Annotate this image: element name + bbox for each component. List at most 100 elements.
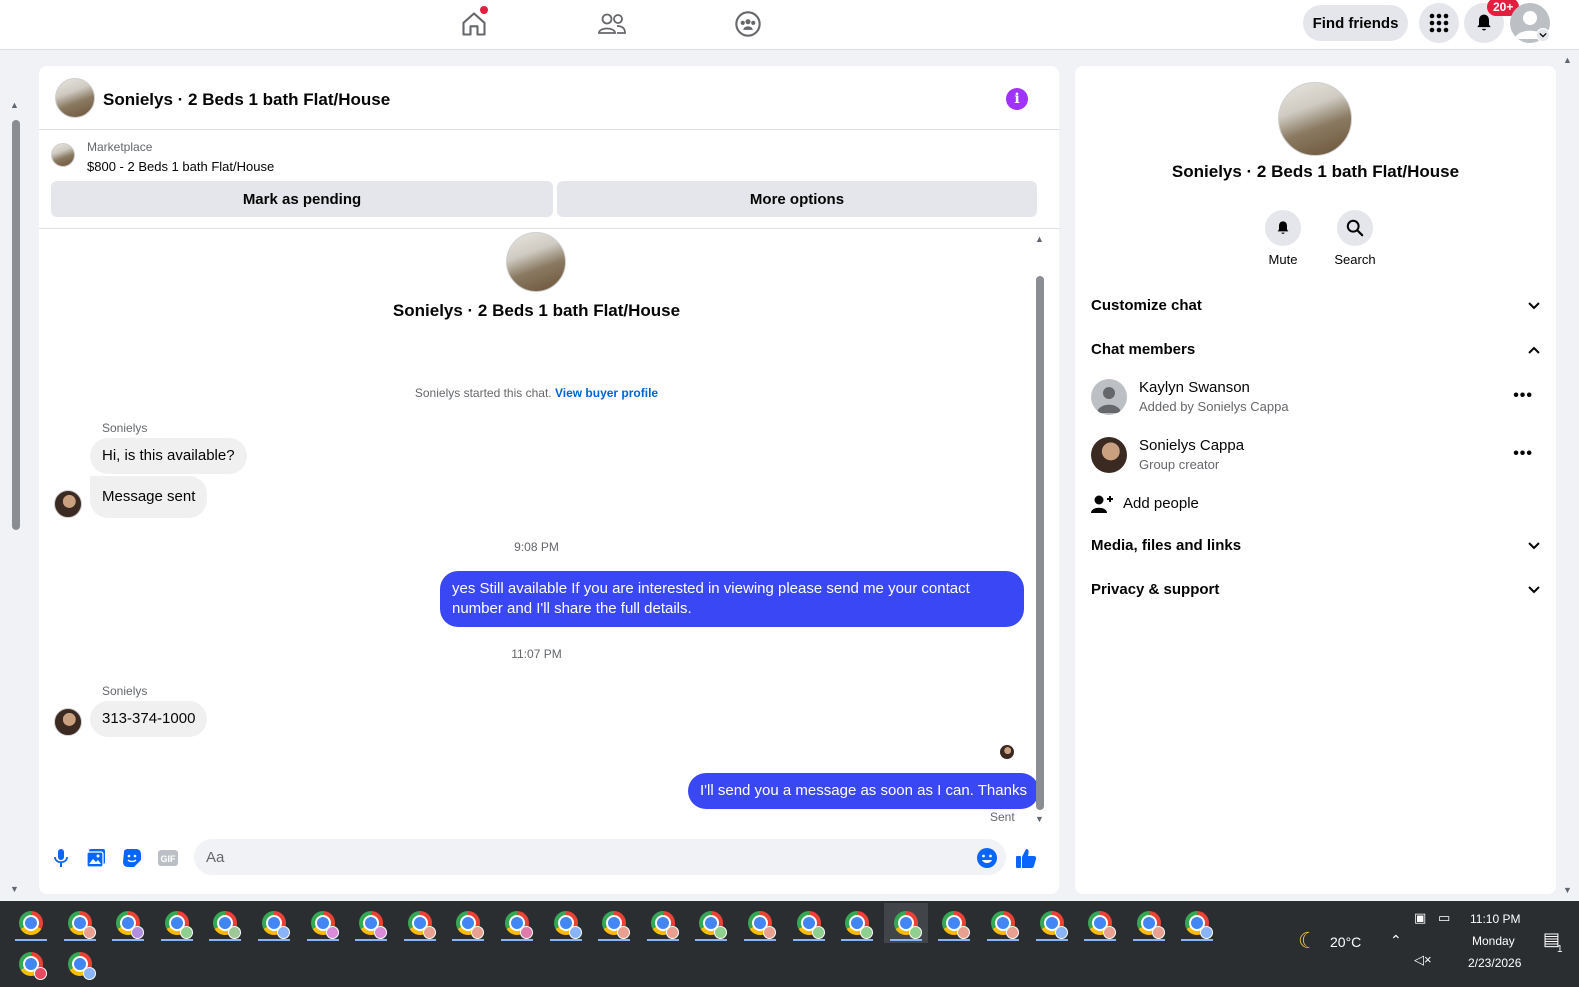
home-icon[interactable]: [456, 6, 492, 42]
mute-button[interactable]: Mute: [1255, 210, 1311, 267]
taskbar-chrome-window[interactable]: [592, 903, 636, 943]
scroll-down-arrow-icon[interactable]: ▼: [1563, 885, 1572, 895]
thumbs-up-icon[interactable]: [1015, 847, 1037, 869]
taskbar-chrome-window[interactable]: [738, 903, 782, 943]
customize-chat-section[interactable]: Customize chat: [1091, 292, 1541, 320]
more-options-icon[interactable]: •••: [1513, 445, 1533, 463]
clock-day[interactable]: Monday: [1472, 934, 1515, 948]
info-icon[interactable]: i: [1006, 88, 1028, 110]
taskbar-chrome-window[interactable]: [349, 903, 393, 943]
emoji-icon[interactable]: [976, 847, 998, 869]
menu-grid-icon[interactable]: [1419, 3, 1459, 43]
clock-date[interactable]: 2/23/2026: [1468, 956, 1521, 970]
profile-badge-icon: [131, 926, 145, 939]
taskbar-chrome-window[interactable]: [58, 903, 102, 943]
taskbar-chrome-window[interactable]: [1030, 903, 1074, 943]
message-list-scrollbar[interactable]: ▲ ▼: [1035, 234, 1045, 829]
running-indicator: [1181, 939, 1214, 941]
media-files-links-section[interactable]: Media, files and links: [1091, 532, 1541, 560]
message-input[interactable]: [194, 839, 1006, 875]
taskbar-chrome-window[interactable]: [203, 903, 247, 943]
incoming-message-bubble[interactable]: 313-374-1000: [90, 701, 208, 737]
outgoing-message-bubble[interactable]: yes Still available If you are intereste…: [440, 571, 1024, 627]
search-icon: [1337, 210, 1373, 246]
running-indicator: [452, 939, 485, 941]
add-people-button[interactable]: Add people: [1091, 490, 1291, 518]
search-button[interactable]: Search: [1327, 210, 1383, 267]
weather-temperature[interactable]: 20°C: [1330, 934, 1361, 950]
sender-avatar[interactable]: [54, 708, 82, 736]
taskbar-chrome-window[interactable]: [835, 903, 879, 943]
taskbar-chrome-window[interactable]: [1127, 903, 1171, 943]
page-right-scrollbar[interactable]: ▲ ▼: [1563, 55, 1573, 900]
chevron-down-icon: [1528, 542, 1540, 550]
taskbar-chrome-window[interactable]: [9, 944, 53, 984]
listing-thumbnail[interactable]: [51, 143, 75, 167]
privacy-support-section[interactable]: Privacy & support: [1091, 576, 1541, 604]
chrome-icon: [359, 911, 388, 939]
chevron-down-icon[interactable]: [1536, 28, 1550, 42]
scroll-down-arrow-icon[interactable]: ▼: [1035, 814, 1044, 824]
find-friends-button[interactable]: Find friends: [1303, 5, 1408, 41]
chat-info-avatar[interactable]: [1278, 82, 1352, 156]
chat-member-row[interactable]: Kaylyn Swanson Added by Sonielys Cappa •…: [1091, 379, 1541, 419]
groups-icon[interactable]: [730, 6, 766, 42]
friends-icon[interactable]: [594, 6, 630, 42]
incoming-message-bubble[interactable]: Hi, is this available?: [90, 438, 247, 474]
chrome-icon: [505, 911, 533, 939]
taskbar-chrome-window[interactable]: [981, 903, 1025, 943]
taskbar-chrome-window[interactable]: [495, 903, 539, 943]
more-options-button[interactable]: More options: [557, 181, 1037, 217]
running-indicator: [1084, 939, 1117, 941]
network-icon[interactable]: ▭: [1438, 910, 1450, 926]
member-avatar: [1091, 379, 1127, 415]
scroll-up-arrow-icon[interactable]: ▲: [1563, 55, 1572, 65]
outgoing-message-bubble[interactable]: I'll send you a message as soon as I can…: [688, 773, 1039, 809]
taskbar-chrome-window[interactable]: [398, 903, 442, 943]
meet-now-icon[interactable]: ▣: [1414, 910, 1426, 926]
sender-avatar[interactable]: [54, 490, 82, 518]
scroll-up-arrow-icon[interactable]: ▲: [1035, 234, 1044, 244]
taskbar-chrome-window[interactable]: [446, 903, 490, 943]
taskbar-chrome-window[interactable]: [1078, 903, 1122, 943]
chat-members-section[interactable]: Chat members: [1091, 336, 1541, 364]
listing-price-title[interactable]: $800 - 2 Beds 1 bath Flat/House: [87, 159, 274, 174]
listing-avatar[interactable]: [55, 78, 95, 118]
microphone-icon[interactable]: [50, 847, 72, 869]
photo-icon[interactable]: [85, 847, 107, 869]
taskbar-chrome-window[interactable]: [301, 903, 345, 943]
profile-badge-icon: [714, 926, 728, 939]
scrollbar-thumb[interactable]: [1036, 276, 1044, 810]
taskbar-chrome-window[interactable]: [9, 903, 53, 943]
taskbar-chrome-window[interactable]: [106, 903, 150, 943]
chrome-icon: [602, 911, 631, 939]
taskbar-chrome-window[interactable]: [641, 903, 685, 943]
taskbar-chrome-window[interactable]: [544, 903, 588, 943]
conversation-header-title[interactable]: Sonielys · 2 Beds 1 bath Flat/House: [103, 90, 390, 110]
page-scrollbar[interactable]: ▲ ▼: [10, 100, 22, 900]
incoming-message-bubble[interactable]: Message sent: [90, 476, 208, 518]
taskbar-chrome-window[interactable]: [1175, 903, 1219, 943]
chevron-up-icon[interactable]: ⌃: [1390, 932, 1402, 949]
weather-moon-icon[interactable]: ☾: [1298, 928, 1318, 954]
taskbar-chrome-window[interactable]: [787, 903, 831, 943]
running-indicator: [306, 939, 339, 941]
taskbar-chrome-window[interactable]: [932, 903, 976, 943]
taskbar-chrome-window[interactable]: [252, 903, 296, 943]
clock-time[interactable]: 11:10 PM: [1470, 912, 1520, 926]
more-options-icon[interactable]: •••: [1513, 387, 1533, 405]
scroll-up-arrow-icon[interactable]: ▲: [10, 100, 19, 110]
sticker-icon[interactable]: [121, 847, 143, 869]
profile-badge-icon: [860, 926, 874, 939]
speaker-muted-icon[interactable]: ◁×: [1414, 952, 1432, 968]
taskbar-chrome-window[interactable]: [155, 903, 199, 943]
scrollbar-thumb[interactable]: [12, 120, 20, 530]
chat-member-row[interactable]: Sonielys Cappa Group creator •••: [1091, 437, 1541, 477]
view-buyer-profile-link[interactable]: View buyer profile: [555, 386, 658, 400]
taskbar-chrome-window[interactable]: [689, 903, 733, 943]
gif-icon[interactable]: GIF: [156, 847, 180, 869]
mark-as-pending-button[interactable]: Mark as pending: [51, 181, 553, 217]
taskbar-chrome-window[interactable]: [58, 944, 102, 984]
taskbar-chrome-window[interactable]: [883, 903, 928, 943]
scroll-down-arrow-icon[interactable]: ▼: [10, 884, 19, 894]
